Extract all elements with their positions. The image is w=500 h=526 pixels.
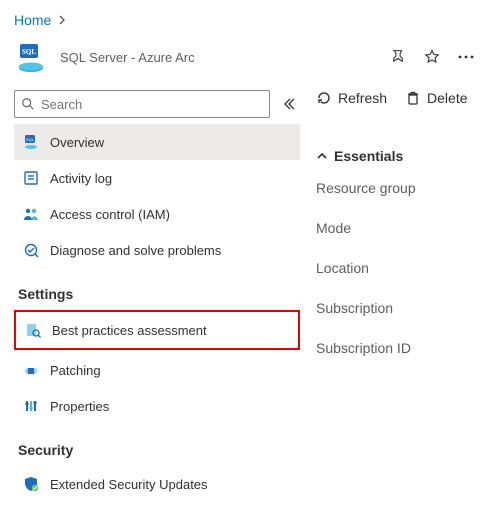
properties-icon bbox=[22, 397, 40, 415]
essentials-list: Resource group Mode Location Subscriptio… bbox=[316, 180, 486, 356]
people-icon bbox=[22, 205, 40, 223]
star-icon[interactable] bbox=[424, 49, 440, 65]
delete-label: Delete bbox=[427, 90, 467, 106]
refresh-label: Refresh bbox=[338, 90, 387, 106]
refresh-icon bbox=[316, 90, 332, 106]
breadcrumb-home[interactable]: Home bbox=[14, 12, 51, 28]
search-icon bbox=[21, 97, 35, 111]
sidebar-section-security: Security bbox=[18, 442, 300, 458]
essentials-field-resource-group: Resource group bbox=[316, 180, 486, 196]
sql-icon: SQL bbox=[22, 133, 40, 151]
sidebar-item-diagnose[interactable]: Diagnose and solve problems bbox=[14, 232, 300, 268]
collapse-sidebar-icon[interactable] bbox=[278, 93, 300, 115]
sidebar-item-label: Access control (IAM) bbox=[50, 207, 170, 222]
main-pane: Refresh Delete Essentials Resource group… bbox=[316, 90, 500, 502]
search-input[interactable] bbox=[14, 90, 270, 118]
command-bar: Refresh Delete bbox=[316, 90, 486, 106]
sql-server-arc-icon: SQL bbox=[14, 40, 48, 74]
pin-icon[interactable] bbox=[390, 49, 406, 65]
resource-type-label: SQL Server - Azure Arc bbox=[60, 50, 195, 65]
shield-icon bbox=[22, 475, 40, 493]
essentials-field-mode: Mode bbox=[316, 220, 486, 236]
sidebar-item-iam[interactable]: Access control (IAM) bbox=[14, 196, 300, 232]
sidebar-item-label: Activity log bbox=[50, 171, 112, 186]
sidebar-item-label: Properties bbox=[50, 399, 109, 414]
essentials-field-subscription-id: Subscription ID bbox=[316, 340, 486, 356]
delete-button[interactable]: Delete bbox=[405, 90, 467, 106]
patching-icon bbox=[22, 361, 40, 379]
sidebar-item-overview[interactable]: SQL Overview bbox=[14, 124, 300, 160]
sidebar-item-label: Diagnose and solve problems bbox=[50, 243, 221, 258]
search-field[interactable] bbox=[41, 97, 263, 112]
essentials-toggle[interactable]: Essentials bbox=[316, 148, 486, 164]
svg-text:SQL: SQL bbox=[22, 48, 36, 56]
refresh-button[interactable]: Refresh bbox=[316, 90, 387, 106]
trash-icon bbox=[405, 90, 421, 106]
assessment-icon bbox=[24, 321, 42, 339]
sidebar-item-best-practices[interactable]: Best practices assessment bbox=[14, 310, 300, 350]
sidebar-item-label: Overview bbox=[50, 135, 104, 150]
breadcrumb: Home bbox=[14, 12, 500, 28]
essentials-field-subscription: Subscription bbox=[316, 300, 486, 316]
sidebar-item-label: Extended Security Updates bbox=[50, 477, 208, 492]
essentials-title: Essentials bbox=[334, 148, 403, 164]
sidebar-item-esu[interactable]: Extended Security Updates bbox=[14, 466, 300, 502]
sidebar-section-settings: Settings bbox=[18, 286, 300, 302]
sidebar-item-label: Patching bbox=[50, 363, 101, 378]
essentials-field-location: Location bbox=[316, 260, 486, 276]
svg-text:SQL: SQL bbox=[26, 137, 35, 142]
sidebar: SQL Overview Activity log Access control… bbox=[14, 90, 300, 502]
resource-header: SQL SQL Server - Azure Arc bbox=[14, 40, 500, 74]
sidebar-item-patching[interactable]: Patching bbox=[14, 352, 300, 388]
sidebar-item-activity-log[interactable]: Activity log bbox=[14, 160, 300, 196]
more-icon[interactable] bbox=[458, 55, 474, 59]
sidebar-item-properties[interactable]: Properties bbox=[14, 388, 300, 424]
diagnose-icon bbox=[22, 241, 40, 259]
chevron-right-icon bbox=[57, 15, 67, 25]
sidebar-item-label: Best practices assessment bbox=[52, 323, 207, 338]
chevron-up-icon bbox=[316, 150, 328, 162]
activity-log-icon bbox=[22, 169, 40, 187]
